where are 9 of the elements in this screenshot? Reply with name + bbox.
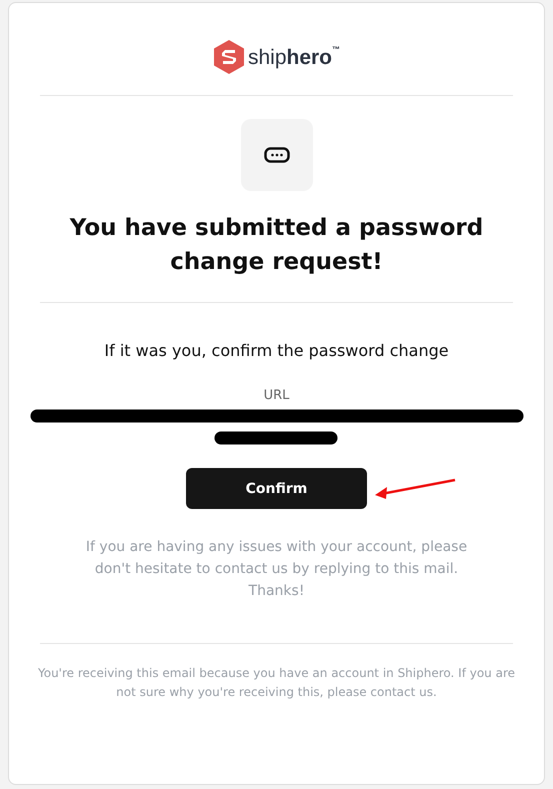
hexagon-logo-icon <box>212 39 245 75</box>
url-label: URL <box>264 388 290 403</box>
heading: You have submitted a password change request! <box>68 214 484 277</box>
logo-wordmark: shiphero$^{™}$ <box>248 44 340 70</box>
message-icon <box>240 119 312 191</box>
instruction-text: If it was you, confirm the password change <box>104 341 449 360</box>
help-text: If you are having any issues with your account, please don't hesitate to contact us by replying to this mail. Thanks! <box>84 538 468 601</box>
footer-text: You're receiving this email because you have an account in Shiphero. If you are not sure why you're receiving this, please contact us. <box>36 665 516 701</box>
confirm-button[interactable]: Confirm <box>186 468 367 509</box>
